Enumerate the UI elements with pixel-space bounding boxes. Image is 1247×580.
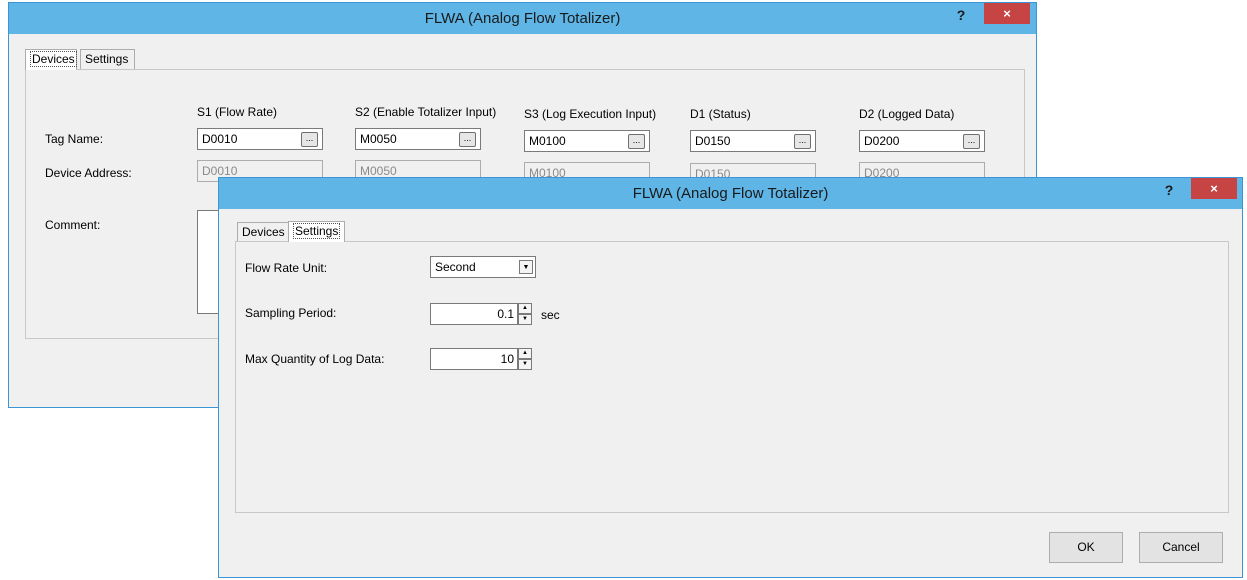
- sampling-period-label: Sampling Period:: [245, 306, 337, 320]
- d1-tag-value: D0150: [695, 134, 731, 148]
- s3-browse-button[interactable]: ...: [628, 134, 645, 149]
- d2-header: D2 (Logged Data): [859, 107, 955, 121]
- ok-button[interactable]: OK: [1049, 532, 1123, 563]
- s1-header: S1 (Flow Rate): [197, 105, 278, 119]
- flow-rate-unit-label: Flow Rate Unit:: [245, 261, 328, 275]
- titlebar[interactable]: FLWA (Analog Flow Totalizer) ? ×: [219, 178, 1242, 209]
- s3-tag-value: M0100: [529, 134, 566, 148]
- spin-up-icon[interactable]: ▲: [518, 303, 532, 314]
- dialog-title: FLWA (Analog Flow Totalizer): [424, 10, 621, 27]
- s2-header: S2 (Enable Totalizer Input): [355, 105, 497, 119]
- tab-label: Devices: [30, 51, 77, 67]
- spin-up-icon[interactable]: ▲: [518, 348, 532, 359]
- dialog-title: FLWA (Analog Flow Totalizer): [632, 185, 829, 202]
- device-address-label: Device Address:: [45, 166, 132, 180]
- tag-name-label: Tag Name:: [45, 132, 104, 146]
- s2-tag-value: M0050: [360, 132, 397, 146]
- s3-tag-input[interactable]: M0100 ...: [524, 130, 650, 152]
- help-button[interactable]: ?: [1156, 180, 1182, 200]
- flow-rate-unit-value: Second: [435, 260, 476, 274]
- s1-tag-input[interactable]: D0010 ...: [197, 128, 323, 150]
- tab-devices[interactable]: Devices: [25, 49, 77, 70]
- settings-panel: [235, 241, 1229, 513]
- settings-dialog: FLWA (Analog Flow Totalizer) ? × Devices…: [218, 177, 1243, 578]
- spin-down-icon[interactable]: ▼: [518, 314, 532, 325]
- d2-tag-value: D0200: [864, 134, 900, 148]
- comment-label: Comment:: [45, 218, 101, 232]
- tab-settings[interactable]: Settings: [288, 221, 345, 242]
- max-log-label: Max Quantity of Log Data:: [245, 352, 385, 366]
- close-button[interactable]: ×: [984, 3, 1030, 24]
- tab-settings[interactable]: Settings: [80, 49, 135, 69]
- chevron-down-icon[interactable]: ▼: [519, 260, 533, 274]
- d2-browse-button[interactable]: ...: [963, 134, 980, 149]
- s1-tag-value: D0010: [202, 132, 238, 146]
- close-button[interactable]: ×: [1191, 178, 1237, 199]
- d1-header: D1 (Status): [690, 107, 751, 121]
- sampling-period-unit: sec: [541, 308, 560, 322]
- d1-tag-input[interactable]: D0150 ...: [690, 130, 816, 152]
- d1-browse-button[interactable]: ...: [794, 134, 811, 149]
- d2-tag-input[interactable]: D0200 ...: [859, 130, 985, 152]
- s3-header: S3 (Log Execution Input): [524, 107, 657, 121]
- flow-rate-unit-select[interactable]: Second ▼: [430, 256, 536, 278]
- sampling-period-spinner[interactable]: ▲ ▼: [518, 303, 532, 325]
- s2-browse-button[interactable]: ...: [459, 132, 476, 147]
- tab-devices[interactable]: Devices: [237, 222, 289, 242]
- tab-label: Settings: [293, 223, 341, 239]
- help-button[interactable]: ?: [948, 5, 974, 25]
- sampling-period-input[interactable]: 0.1: [430, 303, 518, 325]
- s2-tag-input[interactable]: M0050 ...: [355, 128, 481, 150]
- titlebar[interactable]: FLWA (Analog Flow Totalizer) ? ×: [9, 3, 1036, 34]
- cancel-button[interactable]: Cancel: [1139, 532, 1223, 563]
- max-log-input[interactable]: 10: [430, 348, 518, 370]
- max-log-spinner[interactable]: ▲ ▼: [518, 348, 532, 370]
- spin-down-icon[interactable]: ▼: [518, 359, 532, 370]
- s1-browse-button[interactable]: ...: [301, 132, 318, 147]
